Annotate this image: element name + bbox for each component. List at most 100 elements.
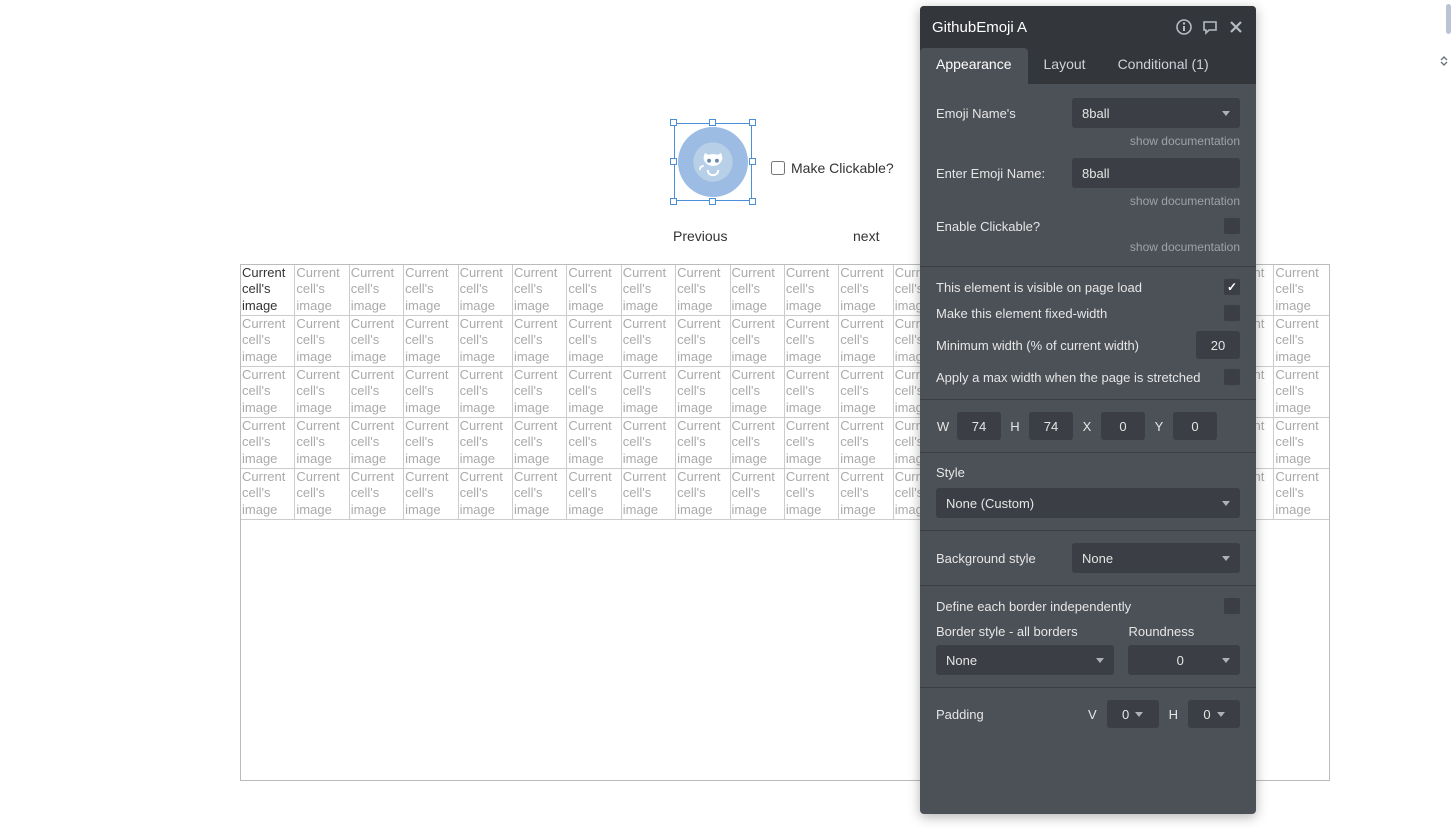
repeating-group-cell[interactable]: Current cell's image <box>839 469 893 520</box>
x-input[interactable] <box>1101 412 1145 440</box>
repeating-group-cell[interactable]: Current cell's image <box>567 265 621 316</box>
repeating-group-cell[interactable]: Current cell's image <box>1274 469 1328 520</box>
next-link[interactable]: next <box>853 228 879 244</box>
repeating-group-cell[interactable]: Current cell's image <box>676 367 730 418</box>
repeating-group-cell[interactable]: Current cell's image <box>676 265 730 316</box>
repeating-group-cell[interactable]: Current cell's image <box>459 418 513 469</box>
width-input[interactable] <box>957 412 1001 440</box>
repeating-group-cell[interactable]: Current cell's image <box>567 418 621 469</box>
repeating-group-cell[interactable]: Current cell's image <box>1274 265 1328 316</box>
repeating-group-cell[interactable]: Current cell's image <box>295 367 349 418</box>
repeating-group-cell[interactable]: Current cell's image <box>676 316 730 367</box>
min-width-input[interactable] <box>1196 331 1240 359</box>
doc-link[interactable]: show documentation <box>936 240 1240 254</box>
repeating-group-cell[interactable]: Current cell's image <box>839 316 893 367</box>
enter-emoji-input[interactable] <box>1072 158 1240 188</box>
repeating-group-cell[interactable]: Current cell's image <box>731 316 785 367</box>
resize-handle[interactable] <box>709 198 716 205</box>
resize-handle[interactable] <box>709 119 716 126</box>
doc-link[interactable]: show documentation <box>936 134 1240 148</box>
repeating-group-cell[interactable]: Current cell's image <box>404 418 458 469</box>
padding-v-dropdown[interactable]: 0 <box>1107 700 1159 728</box>
repeating-group-cell[interactable]: Current cell's image <box>731 469 785 520</box>
height-input[interactable] <box>1029 412 1073 440</box>
expand-icon[interactable] <box>1439 56 1455 69</box>
repeating-group-cell[interactable]: Current cell's image <box>241 265 295 316</box>
previous-link[interactable]: Previous <box>673 228 853 244</box>
repeating-group-cell[interactable]: Current cell's image <box>839 265 893 316</box>
repeating-group-cell[interactable]: Current cell's image <box>622 418 676 469</box>
repeating-group-cell[interactable]: Current cell's image <box>459 367 513 418</box>
resize-handle[interactable] <box>670 119 677 126</box>
repeating-group-cell[interactable]: Current cell's image <box>785 469 839 520</box>
repeating-group-cell[interactable]: Current cell's image <box>567 367 621 418</box>
resize-handle[interactable] <box>749 119 756 126</box>
repeating-group-cell[interactable]: Current cell's image <box>622 367 676 418</box>
repeating-group-cell[interactable]: Current cell's image <box>731 367 785 418</box>
repeating-group-cell[interactable]: Current cell's image <box>295 469 349 520</box>
repeating-group-cell[interactable]: Current cell's image <box>839 367 893 418</box>
repeating-group-cell[interactable]: Current cell's image <box>350 469 404 520</box>
repeating-group-cell[interactable]: Current cell's image <box>731 265 785 316</box>
repeating-group-cell[interactable]: Current cell's image <box>731 418 785 469</box>
repeating-group-cell[interactable]: Current cell's image <box>622 469 676 520</box>
doc-link[interactable]: show documentation <box>936 194 1240 208</box>
comment-icon[interactable] <box>1202 19 1218 35</box>
repeating-group-cell[interactable]: Current cell's image <box>350 367 404 418</box>
repeating-group-cell[interactable]: Current cell's image <box>785 316 839 367</box>
repeating-group-cell[interactable]: Current cell's image <box>513 316 567 367</box>
border-style-dropdown[interactable]: None <box>936 645 1114 675</box>
make-clickable-input[interactable] <box>771 161 785 175</box>
repeating-group-cell[interactable]: Current cell's image <box>513 265 567 316</box>
repeating-group-cell[interactable]: Current cell's image <box>785 418 839 469</box>
repeating-group-cell[interactable]: Current cell's image <box>1274 316 1328 367</box>
repeating-group-cell[interactable]: Current cell's image <box>1274 418 1328 469</box>
repeating-group-cell[interactable]: Current cell's image <box>350 265 404 316</box>
repeating-group-cell[interactable]: Current cell's image <box>295 265 349 316</box>
border-independent-checkbox[interactable] <box>1224 598 1240 614</box>
y-input[interactable] <box>1173 412 1217 440</box>
resize-handle[interactable] <box>670 158 677 165</box>
resize-handle[interactable] <box>749 198 756 205</box>
tab-conditional[interactable]: Conditional (1) <box>1102 48 1225 84</box>
repeating-group-cell[interactable]: Current cell's image <box>241 469 295 520</box>
repeating-group-cell[interactable]: Current cell's image <box>785 265 839 316</box>
repeating-group-cell[interactable]: Current cell's image <box>404 469 458 520</box>
repeating-group-cell[interactable]: Current cell's image <box>785 367 839 418</box>
repeating-group-cell[interactable]: Current cell's image <box>241 418 295 469</box>
repeating-group-cell[interactable]: Current cell's image <box>567 469 621 520</box>
padding-h-dropdown[interactable]: 0 <box>1188 700 1240 728</box>
visible-on-load-checkbox[interactable] <box>1224 279 1240 295</box>
max-width-checkbox[interactable] <box>1224 369 1240 385</box>
repeating-group-cell[interactable]: Current cell's image <box>459 316 513 367</box>
repeating-group-cell[interactable]: Current cell's image <box>513 367 567 418</box>
repeating-group-cell[interactable]: Current cell's image <box>567 316 621 367</box>
repeating-group-cell[interactable]: Current cell's image <box>676 418 730 469</box>
repeating-group-cell[interactable]: Current cell's image <box>459 265 513 316</box>
repeating-group-cell[interactable]: Current cell's image <box>513 469 567 520</box>
enable-clickable-checkbox[interactable] <box>1224 218 1240 234</box>
resize-handle[interactable] <box>670 198 677 205</box>
repeating-group-cell[interactable]: Current cell's image <box>404 367 458 418</box>
repeating-group-cell[interactable]: Current cell's image <box>404 316 458 367</box>
repeating-group-cell[interactable]: Current cell's image <box>676 469 730 520</box>
repeating-group-cell[interactable]: Current cell's image <box>295 418 349 469</box>
repeating-group-cell[interactable]: Current cell's image <box>1274 367 1328 418</box>
style-dropdown[interactable]: None (Custom) <box>936 488 1240 518</box>
repeating-group-cell[interactable]: Current cell's image <box>241 316 295 367</box>
repeating-group-cell[interactable]: Current cell's image <box>622 316 676 367</box>
repeating-group-cell[interactable]: Current cell's image <box>295 316 349 367</box>
vertical-scrollbar[interactable] <box>1443 4 1453 64</box>
resize-handle[interactable] <box>749 158 756 165</box>
selected-element[interactable] <box>674 123 752 201</box>
repeating-group-cell[interactable]: Current cell's image <box>459 469 513 520</box>
tab-appearance[interactable]: Appearance <box>920 48 1028 84</box>
repeating-group-cell[interactable]: Current cell's image <box>513 418 567 469</box>
make-clickable-checkbox[interactable]: Make Clickable? <box>771 160 894 176</box>
info-icon[interactable] <box>1176 19 1192 35</box>
panel-header[interactable]: GithubEmoji A <box>920 6 1256 48</box>
bg-style-dropdown[interactable]: None <box>1072 543 1240 573</box>
repeating-group-cell[interactable]: Current cell's image <box>350 418 404 469</box>
repeating-group-cell[interactable]: Current cell's image <box>350 316 404 367</box>
repeating-group-cell[interactable]: Current cell's image <box>839 418 893 469</box>
